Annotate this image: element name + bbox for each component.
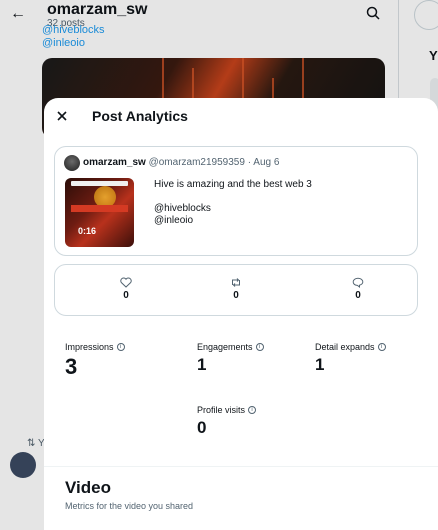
replies-count: 0: [355, 290, 361, 301]
post-preview-card[interactable]: omarzam_sw @omarzam21959359 · Aug 6 0:16…: [54, 146, 418, 256]
post-text: Hive is amazing and the best web 3 @hive…: [154, 179, 312, 227]
post-header: omarzam_sw @omarzam21959359 · Aug 6: [83, 157, 279, 168]
metric-value: 1: [197, 355, 207, 374]
thumbnail-banner: [71, 181, 128, 186]
video-thumbnail[interactable]: 0:16: [65, 178, 134, 247]
metric-value: 3: [65, 354, 78, 379]
metric-value: 1: [315, 355, 325, 374]
thumbnail-band: [71, 205, 128, 212]
replies-stat: 0: [338, 277, 378, 301]
metric-detail-expands: Detail expands i 1: [315, 342, 386, 375]
metric-label: Detail expands: [315, 342, 375, 352]
repost-icon: [232, 278, 240, 287]
info-icon[interactable]: i: [116, 343, 125, 351]
metric-label: Profile visits: [197, 405, 246, 415]
author-handle: @omarzam21959359: [148, 157, 245, 168]
metric-value: 0: [197, 418, 207, 437]
info-icon[interactable]: i: [377, 343, 386, 351]
video-section-subtitle: Metrics for the video you shared: [65, 501, 194, 511]
info-icon[interactable]: i: [248, 406, 257, 414]
engagement-summary-card: 0 0 0: [54, 264, 418, 316]
separator-dot: ·: [247, 157, 252, 168]
author-name: omarzam_sw: [83, 157, 146, 168]
post-text-line: Hive is amazing and the best web 3: [154, 179, 312, 190]
modal-title: Post Analytics: [92, 108, 188, 124]
metric-label: Engagements: [197, 342, 253, 352]
reply-icon: [352, 277, 364, 288]
post-text-line: @hiveblocks: [154, 203, 211, 214]
metric-impressions: Impressions i 3: [65, 342, 125, 380]
metric-engagements: Engagements i 1: [197, 342, 264, 375]
avatar: [64, 155, 80, 171]
post-analytics-modal: Post Analytics omarzam_sw @omarzam219593…: [44, 98, 438, 530]
reposts-stat: 0: [216, 277, 256, 301]
metric-profile-visits: Profile visits i 0: [197, 405, 257, 438]
reposts-count: 0: [233, 290, 239, 301]
post-date: Aug 6: [253, 157, 280, 168]
close-icon[interactable]: [54, 108, 70, 124]
heart-icon: [120, 277, 132, 288]
section-divider: [44, 466, 438, 467]
metric-label: Impressions: [65, 342, 114, 352]
video-section-title: Video: [65, 478, 111, 497]
post-text-line: @inleoio: [154, 215, 194, 226]
video-duration: 0:16: [78, 226, 97, 236]
post-text-line: [154, 191, 312, 203]
info-icon[interactable]: i: [255, 343, 264, 351]
likes-stat: 0: [106, 277, 146, 301]
likes-count: 0: [123, 290, 129, 301]
